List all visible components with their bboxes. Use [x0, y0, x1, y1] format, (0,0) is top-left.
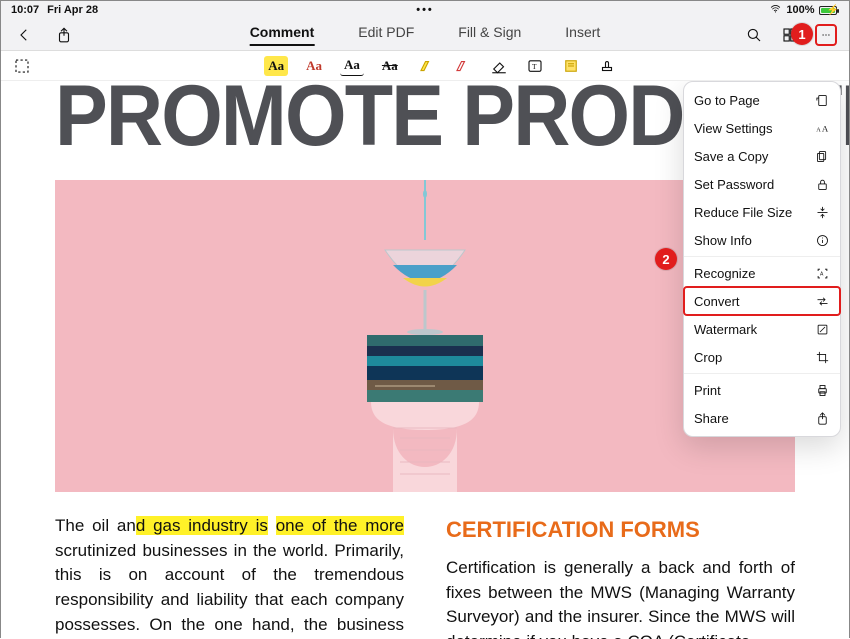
- mode-tabs: Comment Edit PDF Fill & Sign Insert: [250, 24, 601, 46]
- compress-icon: [814, 204, 830, 220]
- body-right-paragraph: Certification is generally a back and fo…: [446, 556, 795, 639]
- convert-icon: [814, 293, 830, 309]
- tab-comment[interactable]: Comment: [250, 24, 315, 46]
- statusbar: 10:07 Fri Apr 28 ••• 100% ⚡: [1, 1, 849, 19]
- ocr-icon: A: [814, 265, 830, 281]
- menu-recognize[interactable]: Recognize A: [684, 259, 840, 287]
- menu-save-a-copy[interactable]: Save a Copy: [684, 142, 840, 170]
- battery-percent: 100%: [786, 4, 814, 16]
- annotation-toolbar: Aa Aa Aa Aa T: [1, 51, 849, 81]
- sticky-note-icon[interactable]: [560, 55, 582, 77]
- menu-reduce-file-size[interactable]: Reduce File Size: [684, 198, 840, 226]
- menu-share[interactable]: Share: [684, 404, 840, 432]
- info-icon: [814, 232, 830, 248]
- highlighted-span-1: d gas industry is: [136, 516, 268, 535]
- search-icon[interactable]: [743, 24, 765, 46]
- status-time: 10:07: [11, 4, 39, 16]
- watermark-icon: [814, 321, 830, 337]
- topbar: Comment Edit PDF Fill & Sign Insert: [1, 19, 849, 51]
- body-right-column: CERTIFICATION FORMS Certification is gen…: [446, 514, 795, 639]
- back-icon[interactable]: [13, 24, 35, 46]
- eraser-icon[interactable]: [488, 55, 510, 77]
- more-icon[interactable]: [815, 24, 837, 46]
- more-menu: Go to Page View Settings AA Save a Copy …: [683, 81, 841, 437]
- strikethrough-tool[interactable]: Aa: [378, 56, 402, 76]
- body-left-paragraph: The oil and gas industry is one of the m…: [55, 514, 404, 639]
- menu-set-password[interactable]: Set Password: [684, 170, 840, 198]
- copy-icon: [814, 148, 830, 164]
- page-title: PROMOTE PRODUCTIV: [55, 81, 785, 166]
- menu-crop[interactable]: Crop: [684, 343, 840, 371]
- section-heading: CERTIFICATION FORMS: [446, 514, 795, 546]
- hero-illustration: [275, 180, 575, 492]
- highlighter-yellow-icon[interactable]: [416, 55, 438, 77]
- callout-2: 2: [655, 248, 677, 270]
- menu-convert[interactable]: Convert: [684, 287, 840, 315]
- wifi-icon: [769, 4, 782, 17]
- highlighter-red-icon[interactable]: [452, 55, 474, 77]
- charging-icon: ⚡: [827, 5, 839, 16]
- text-size-icon: AA: [814, 120, 830, 136]
- svg-text:A: A: [820, 271, 824, 277]
- menu-print[interactable]: Print: [684, 376, 840, 404]
- tab-edit-pdf[interactable]: Edit PDF: [358, 24, 414, 46]
- print-icon: [814, 382, 830, 398]
- tab-fill-sign[interactable]: Fill & Sign: [458, 24, 521, 46]
- stamp-icon[interactable]: [596, 55, 618, 77]
- status-date: Fri Apr 28: [47, 4, 98, 16]
- multitask-dots[interactable]: •••: [416, 4, 434, 16]
- callout-1: 1: [791, 23, 813, 45]
- selection-tool-icon[interactable]: [11, 55, 33, 77]
- menu-view-settings[interactable]: View Settings AA: [684, 114, 840, 142]
- body-columns: The oil and gas industry is one of the m…: [55, 514, 795, 639]
- lock-icon: [814, 176, 830, 192]
- share-sheet-icon[interactable]: [53, 24, 75, 46]
- menu-watermark[interactable]: Watermark: [684, 315, 840, 343]
- text-red-tool[interactable]: Aa: [302, 56, 326, 76]
- menu-go-to-page[interactable]: Go to Page: [684, 86, 840, 114]
- crop-icon: [814, 349, 830, 365]
- underline-tool[interactable]: Aa: [340, 55, 364, 76]
- highlighted-span-2: one of the more: [276, 516, 404, 535]
- svg-text:T: T: [532, 62, 537, 71]
- menu-show-info[interactable]: Show Info: [684, 226, 840, 254]
- page-icon: [814, 92, 830, 108]
- share-icon: [814, 410, 830, 426]
- svg-text:A: A: [821, 123, 828, 133]
- textbox-icon[interactable]: T: [524, 55, 546, 77]
- tab-insert[interactable]: Insert: [565, 24, 600, 46]
- document-viewport[interactable]: PROMOTE PRODUCTIV: [1, 81, 849, 639]
- highlight-yellow-tool[interactable]: Aa: [264, 56, 288, 76]
- svg-text:A: A: [816, 126, 821, 133]
